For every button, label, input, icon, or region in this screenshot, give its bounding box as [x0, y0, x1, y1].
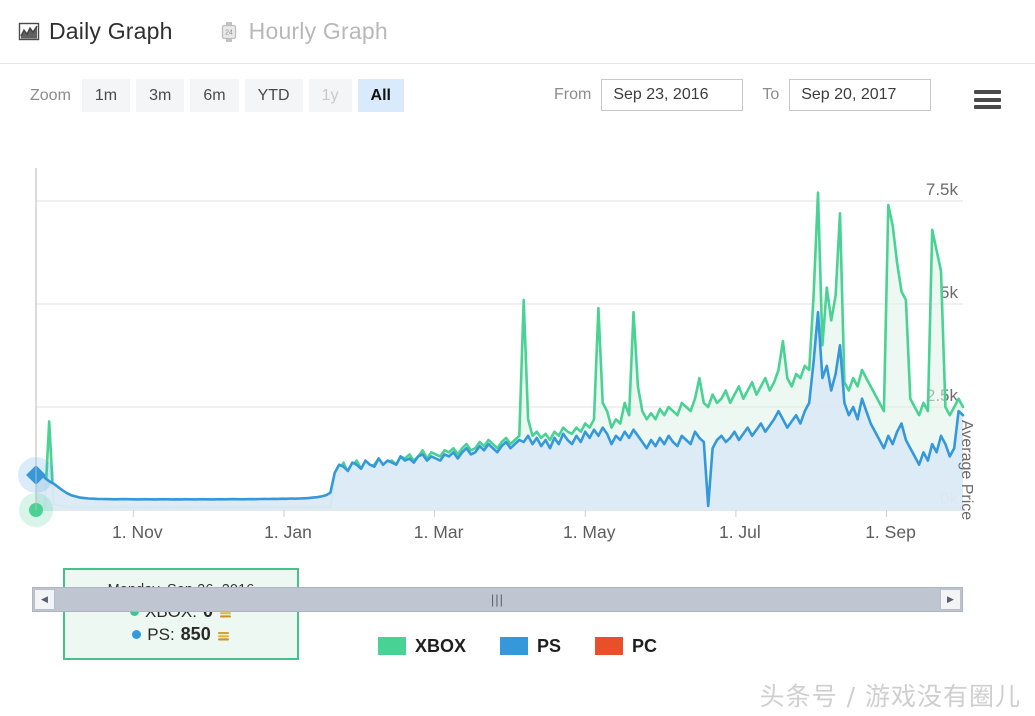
- legend-swatch-xbox: [377, 637, 406, 655]
- from-label: From: [554, 86, 592, 103]
- legend-label-xbox: XBOX: [414, 635, 466, 656]
- x-axis-tick-label: 1. Mar: [414, 522, 464, 542]
- hamburger-menu-icon[interactable]: [974, 90, 1001, 109]
- y-axis-tick-label: 7.5k: [926, 180, 959, 199]
- legend-label-pc: PC: [632, 635, 658, 656]
- scrollbar-grip[interactable]: |||: [491, 592, 504, 607]
- svg-text:24: 24: [225, 29, 233, 36]
- zoom-range-selector: Zoom 1m 3m 6m YTD 1y All: [30, 79, 410, 113]
- date-range-selector: From To: [554, 79, 932, 111]
- legend-swatch-pc: [595, 637, 623, 655]
- chart-controls: Zoom 1m 3m 6m YTD 1y All From To: [0, 64, 1035, 126]
- watermark: 头条号 / 游戏没有圈儿: [759, 682, 1021, 711]
- from-date-input[interactable]: [601, 79, 744, 111]
- zoom-button-ytd[interactable]: YTD: [244, 79, 303, 113]
- tab-hourly-graph[interactable]: 24 Hourly Graph: [218, 18, 388, 45]
- x-axis-tick-label: 1. Nov: [112, 522, 163, 542]
- legend-swatch-ps: [499, 637, 528, 655]
- to-date-input[interactable]: [789, 79, 932, 111]
- zoom-button-3m[interactable]: 3m: [136, 79, 185, 113]
- zoom-button-1y[interactable]: 1y: [308, 79, 352, 113]
- tab-hourly-graph-label: Hourly Graph: [248, 18, 388, 44]
- graph-tabbar: Daily Graph 24 Hourly Graph: [0, 0, 1035, 64]
- tab-daily-graph[interactable]: Daily Graph: [18, 18, 173, 45]
- zoom-button-all[interactable]: All: [357, 79, 404, 113]
- y-axis-title: Average Price: [958, 420, 975, 521]
- zoom-button-6m[interactable]: 6m: [190, 79, 239, 113]
- legend-item-pc[interactable]: PC: [595, 636, 657, 657]
- x-axis-tick-label: 1. May: [563, 522, 616, 542]
- legend-item-ps[interactable]: PS: [499, 635, 561, 657]
- x-axis-tick-label: 1. Sep: [865, 522, 916, 542]
- chart-canvas[interactable]: 0k2.5k5k7.5k1. Nov1. Jan1. Mar1. May1. J…: [0, 150, 1035, 570]
- tab-daily-graph-label: Daily Graph: [49, 18, 173, 44]
- legend-item-xbox[interactable]: XBOX: [377, 635, 466, 657]
- to-label: To: [762, 86, 780, 103]
- scroll-right-arrow-icon[interactable]: ▶: [939, 589, 961, 610]
- scroll-left-arrow-icon[interactable]: ◀: [34, 589, 55, 610]
- zoom-button-1m[interactable]: 1m: [81, 79, 131, 113]
- price-history-chart: 0k2.5k5k7.5k1. Nov1. Jan1. Mar1. May1. J…: [0, 150, 1035, 660]
- watch-24h-icon: 24: [218, 21, 240, 43]
- x-axis-tick-label: 1. Jan: [264, 522, 312, 542]
- legend-label-ps: PS: [536, 635, 561, 656]
- daily-graph-page: Daily Graph 24 Hourly Graph Zoom 1m 3m 6…: [0, 0, 1035, 716]
- chart-legend: XBOX PS PC: [0, 630, 1035, 662]
- chart-navigator-scrollbar[interactable]: ◀ ||| ▶: [32, 587, 963, 612]
- zoom-label: Zoom: [30, 86, 71, 104]
- x-axis-tick-label: 1. Jul: [719, 522, 761, 542]
- line-chart-icon: [18, 21, 40, 43]
